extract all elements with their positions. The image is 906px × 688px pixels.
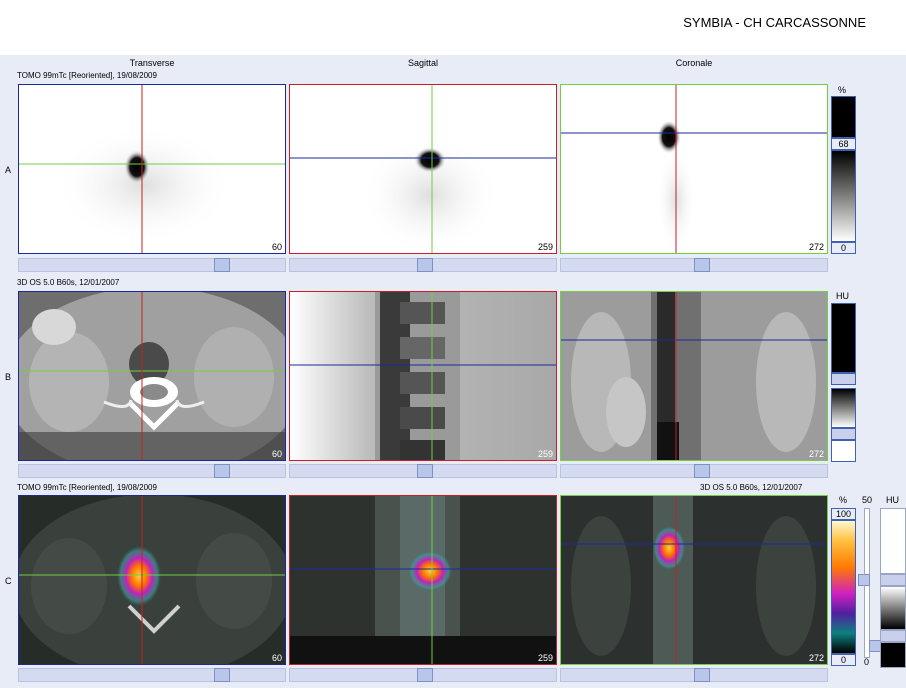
image-ct-transverse <box>19 292 285 460</box>
viewport-b-coronal[interactable]: 272 <box>560 291 828 461</box>
image-spect-transverse <box>19 85 285 253</box>
slice-slider-thumb[interactable] <box>417 464 433 478</box>
image-fusion-coronal <box>561 496 827 664</box>
slice-slider-thumb[interactable] <box>417 258 433 272</box>
slice-number: 259 <box>537 242 553 252</box>
viewport-c-transverse[interactable]: 60 <box>18 495 286 665</box>
slice-slider-thumb[interactable] <box>694 464 710 478</box>
row-label-a: A <box>5 165 12 175</box>
colorbar-b-window-handle[interactable] <box>831 373 856 385</box>
series-label-a: TOMO 99mTc [Reoriented], 19/08/2009 <box>17 71 157 80</box>
series-label-b: 3D OS 5.0 B60s, 12/01/2007 <box>17 278 120 287</box>
colorbar-b-level-handle[interactable] <box>831 428 856 440</box>
slice-number: 60 <box>271 242 282 252</box>
viewport-a-sagittal[interactable]: 259 <box>289 84 557 254</box>
scroll-strip-c-coronal[interactable] <box>560 668 828 682</box>
image-spect-coronal <box>561 85 827 253</box>
slice-number: 259 <box>537 653 553 663</box>
column-header-coronal: Coronale <box>675 58 713 68</box>
colorbar-b-top[interactable] <box>831 303 856 373</box>
slice-number: 272 <box>808 653 824 663</box>
viewport-a-coronal[interactable]: 272 <box>560 84 828 254</box>
row-label-c: C <box>5 576 12 586</box>
viewport-c-coronal[interactable]: 272 <box>560 495 828 665</box>
row-label-b: B <box>5 372 12 382</box>
column-header-transverse: Transverse <box>129 58 175 68</box>
colorbar-a-min[interactable]: 0 <box>831 242 856 254</box>
scroll-strip-a-transverse[interactable] <box>18 258 286 272</box>
slice-number: 272 <box>808 242 824 252</box>
viewport-b-transverse[interactable]: 60 <box>18 291 286 461</box>
blend-max-label: 50 <box>862 495 873 505</box>
slice-number: 60 <box>271 449 282 459</box>
image-ct-coronal <box>561 292 827 460</box>
slice-slider-thumb[interactable] <box>214 464 230 478</box>
blend-min-label: 0 <box>864 657 870 667</box>
slice-slider-thumb[interactable] <box>214 258 230 272</box>
series-label-c: TOMO 99mTc [Reoriented], 19/08/2009 <box>17 483 157 492</box>
ct-colorbar-bottom[interactable] <box>880 642 906 668</box>
slice-slider-thumb[interactable] <box>417 668 433 682</box>
viewport-a-transverse[interactable]: 60 <box>18 84 286 254</box>
ct-colorbar-top[interactable] <box>880 508 906 574</box>
series-label-c-ct: 3D OS 5.0 B60s, 12/01/2007 <box>700 483 803 492</box>
scroll-strip-c-sagittal[interactable] <box>289 668 557 682</box>
scroll-strip-a-sagittal[interactable] <box>289 258 557 272</box>
colorbar-b-bottom[interactable] <box>831 440 856 462</box>
slice-number: 272 <box>808 449 824 459</box>
scroll-strip-b-sagittal[interactable] <box>289 464 557 478</box>
image-fusion-sagittal <box>290 496 556 664</box>
colorbar-unit-c-ct: HU <box>886 495 899 505</box>
viewport-b-sagittal[interactable]: 259 <box>289 291 557 461</box>
image-ct-sagittal <box>290 292 556 460</box>
colorbar-b-gradient[interactable] <box>831 388 856 428</box>
scroll-strip-a-coronal[interactable] <box>560 258 828 272</box>
colorbar-a-gradient[interactable] <box>831 150 856 242</box>
scroll-strip-c-transverse[interactable] <box>18 668 286 682</box>
colorbar-a-max[interactable]: 68 <box>831 138 856 150</box>
ct-colorbar-gradient[interactable] <box>880 586 906 630</box>
colorbar-a-top[interactable] <box>831 96 856 138</box>
colorbar-c-max[interactable]: 100 <box>831 508 856 520</box>
site-title: SYMBIA - CH CARCASSONNE <box>683 15 866 30</box>
slice-number: 60 <box>271 653 282 663</box>
colorbar-c-gradient[interactable] <box>831 520 856 654</box>
slice-slider-thumb[interactable] <box>694 668 710 682</box>
blend-slider-thumb[interactable] <box>858 574 870 586</box>
scroll-strip-b-transverse[interactable] <box>18 464 286 478</box>
colorbar-unit-b: HU <box>836 291 849 301</box>
slice-slider-thumb[interactable] <box>214 668 230 682</box>
ct-colorbar-handle-lower[interactable] <box>880 630 906 642</box>
colorbar-c-min[interactable]: 0 <box>831 654 856 666</box>
colorbar-unit-c: % <box>839 495 848 505</box>
column-header-sagittal: Sagittal <box>407 58 439 68</box>
title-bar: SYMBIA - CH CARCASSONNE <box>0 0 906 55</box>
viewport-c-sagittal[interactable]: 259 <box>289 495 557 665</box>
colorbar-unit-a: % <box>838 85 847 95</box>
image-fusion-transverse <box>19 496 285 664</box>
slice-slider-thumb[interactable] <box>694 258 710 272</box>
image-spect-sagittal <box>290 85 556 253</box>
slice-number: 259 <box>537 449 553 459</box>
ct-colorbar-handle[interactable] <box>880 574 906 586</box>
scroll-strip-b-coronal[interactable] <box>560 464 828 478</box>
